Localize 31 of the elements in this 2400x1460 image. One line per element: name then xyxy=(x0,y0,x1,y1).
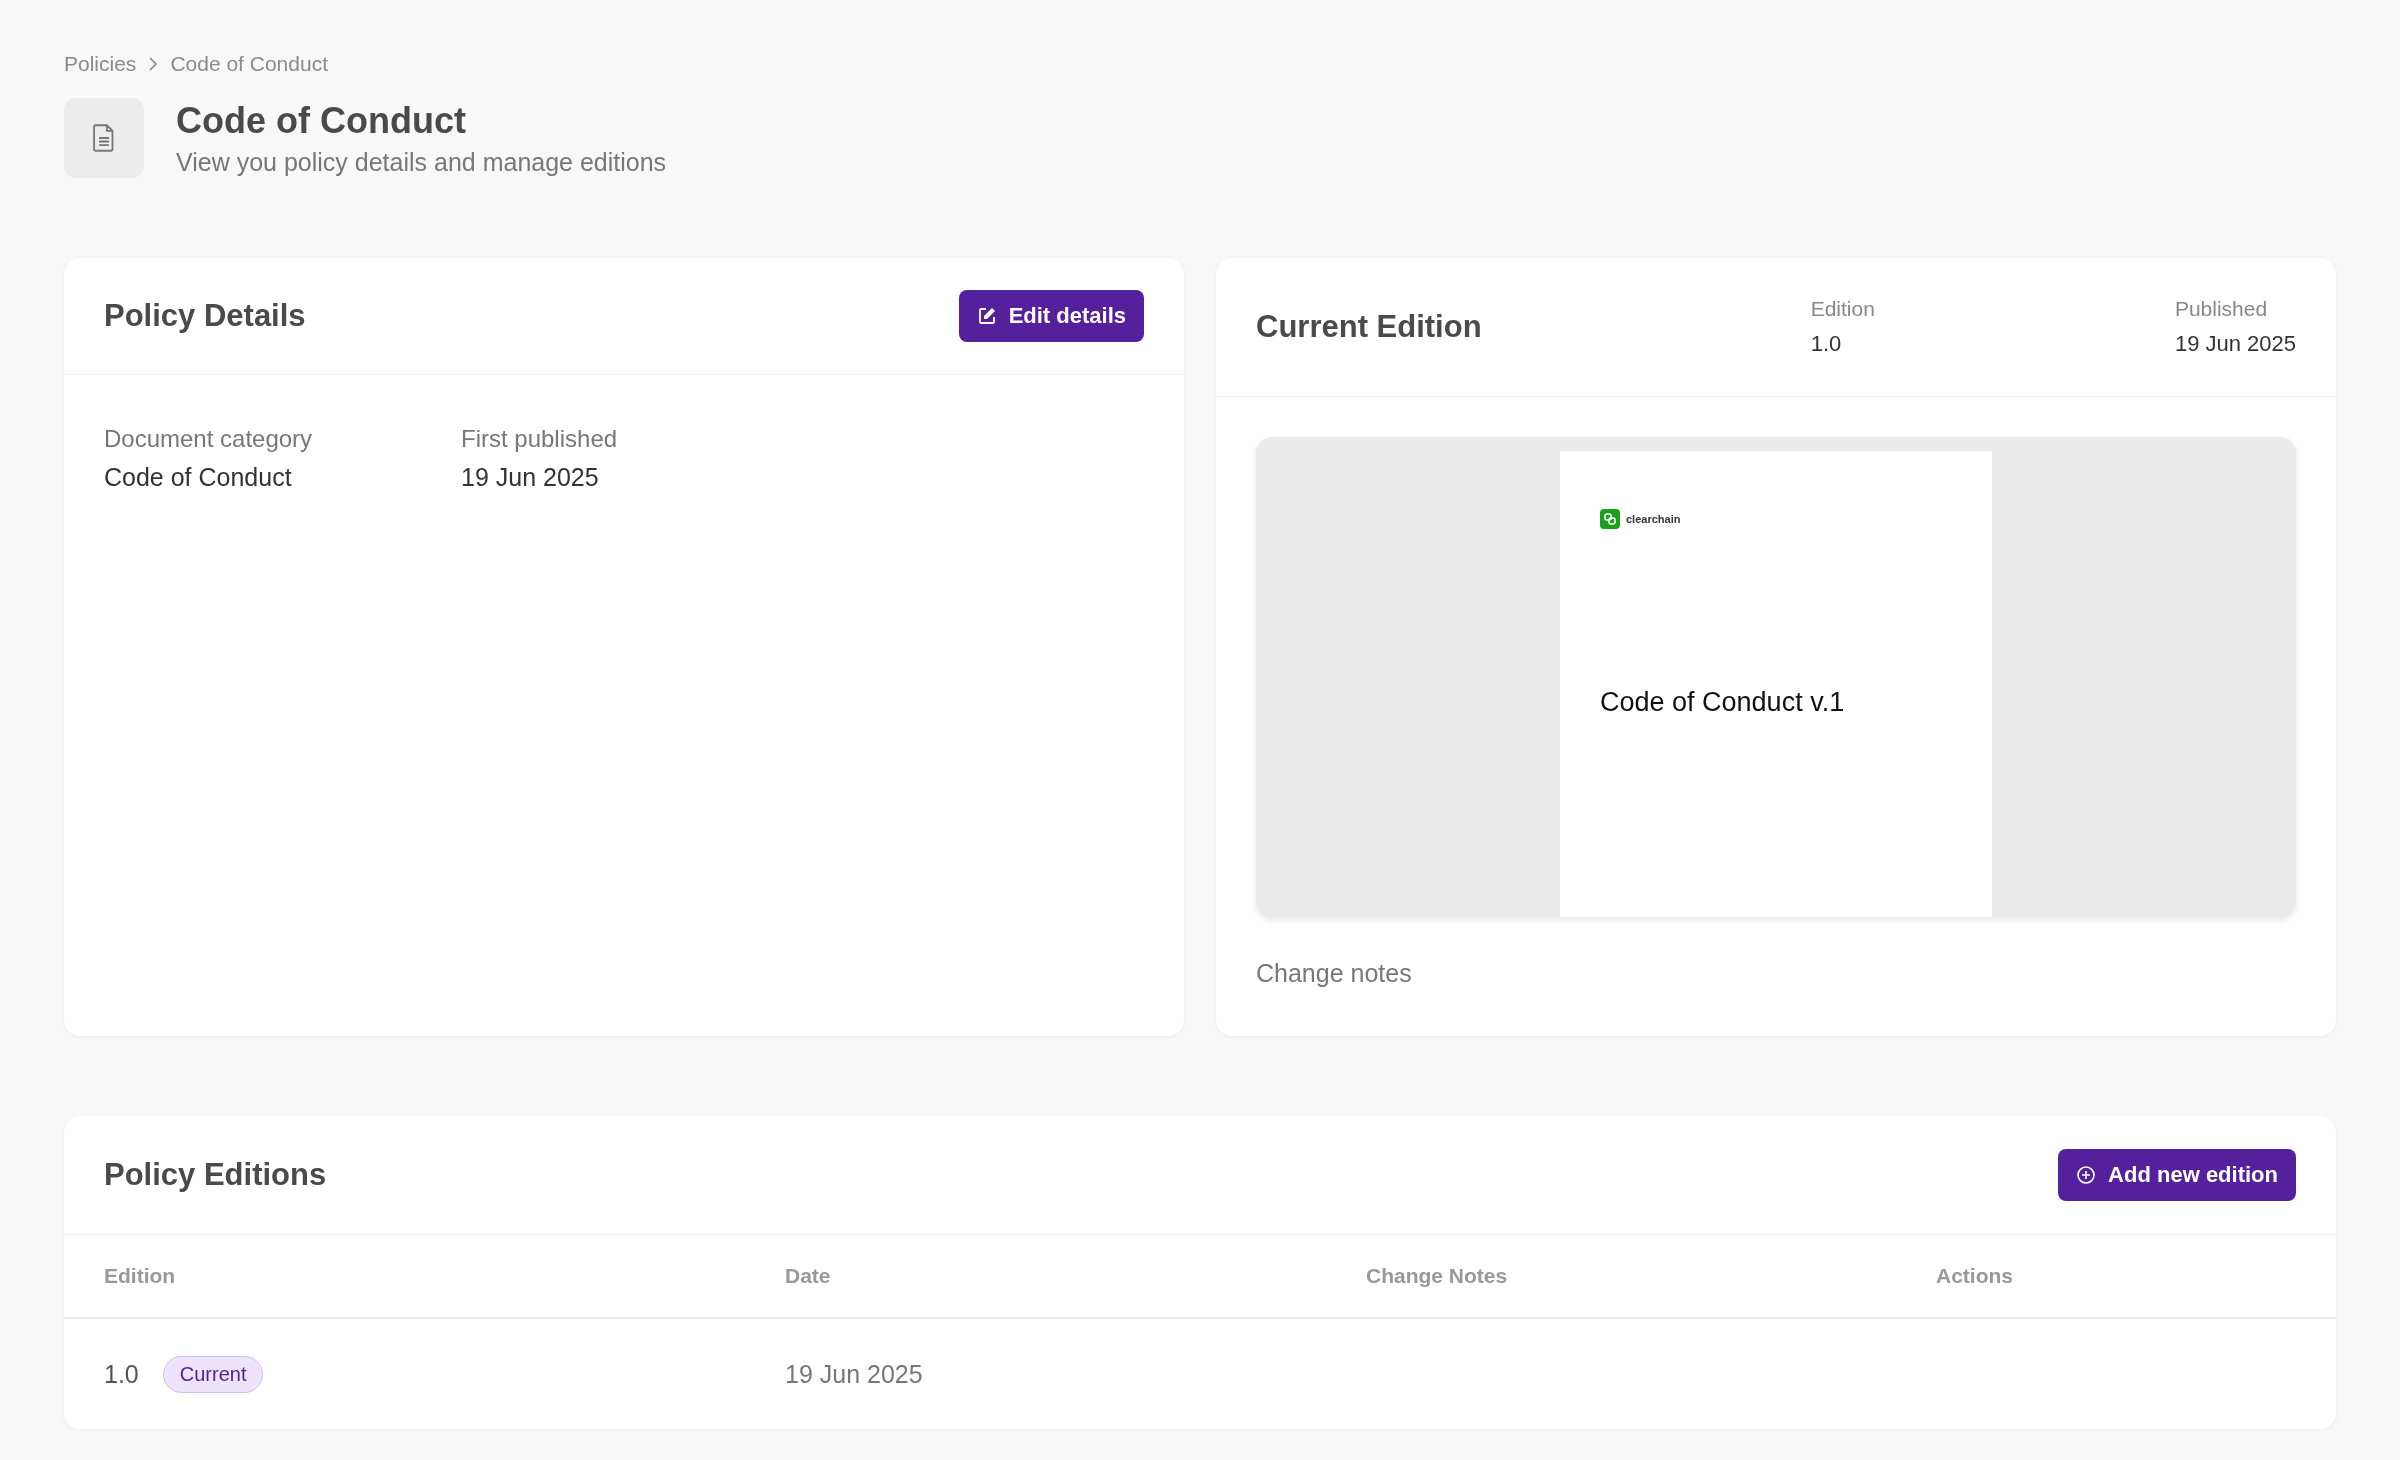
column-header: Edition xyxy=(104,1264,177,1288)
column-header: Actions xyxy=(1936,1264,2014,1288)
field-value: 19 Jun 2025 xyxy=(461,463,600,492)
current-badge: Current xyxy=(162,1355,264,1393)
table-cell: 19 Jun 2025 xyxy=(785,1359,923,1388)
meta-value: 19 Jun 2025 xyxy=(2174,331,2296,357)
table-cell: 1.0 xyxy=(104,1359,139,1389)
chevron-icon xyxy=(148,56,159,72)
field-value: Code of Conduct xyxy=(104,463,293,492)
document-icon xyxy=(64,98,144,178)
change-notes-label: Change notes xyxy=(1256,959,1413,988)
meta-value: 1.0 xyxy=(1810,331,1843,357)
plus-circle-icon xyxy=(2076,1165,2097,1185)
document-heading: Code of Conduct v.1 xyxy=(1600,687,1846,718)
meta-label: Edition xyxy=(1810,297,1875,321)
field-label: First published xyxy=(461,425,619,453)
meta-label: Published xyxy=(2174,297,2269,321)
card-title: Current Edition xyxy=(1256,309,1482,345)
field-label: Document category xyxy=(104,425,314,453)
logo-text: clearchain xyxy=(1626,513,1681,525)
page-subtitle: View you policy details and manage editions xyxy=(176,147,667,177)
page-title: Code of Conduct xyxy=(176,99,467,142)
card-title: Policy Editions xyxy=(104,1157,327,1193)
logo-icon xyxy=(1600,509,1620,529)
column-header: Change Notes xyxy=(1366,1264,1509,1288)
card-title: Policy Details xyxy=(104,298,306,334)
document-preview[interactable]: clearchain Code of Conduct v.1 xyxy=(1256,437,2296,917)
column-header: Date xyxy=(785,1264,832,1288)
edit-icon xyxy=(976,306,997,326)
edit-details-button[interactable]: Edit details xyxy=(958,290,1144,342)
add-edition-button[interactable]: Add new edition xyxy=(2058,1149,2296,1201)
